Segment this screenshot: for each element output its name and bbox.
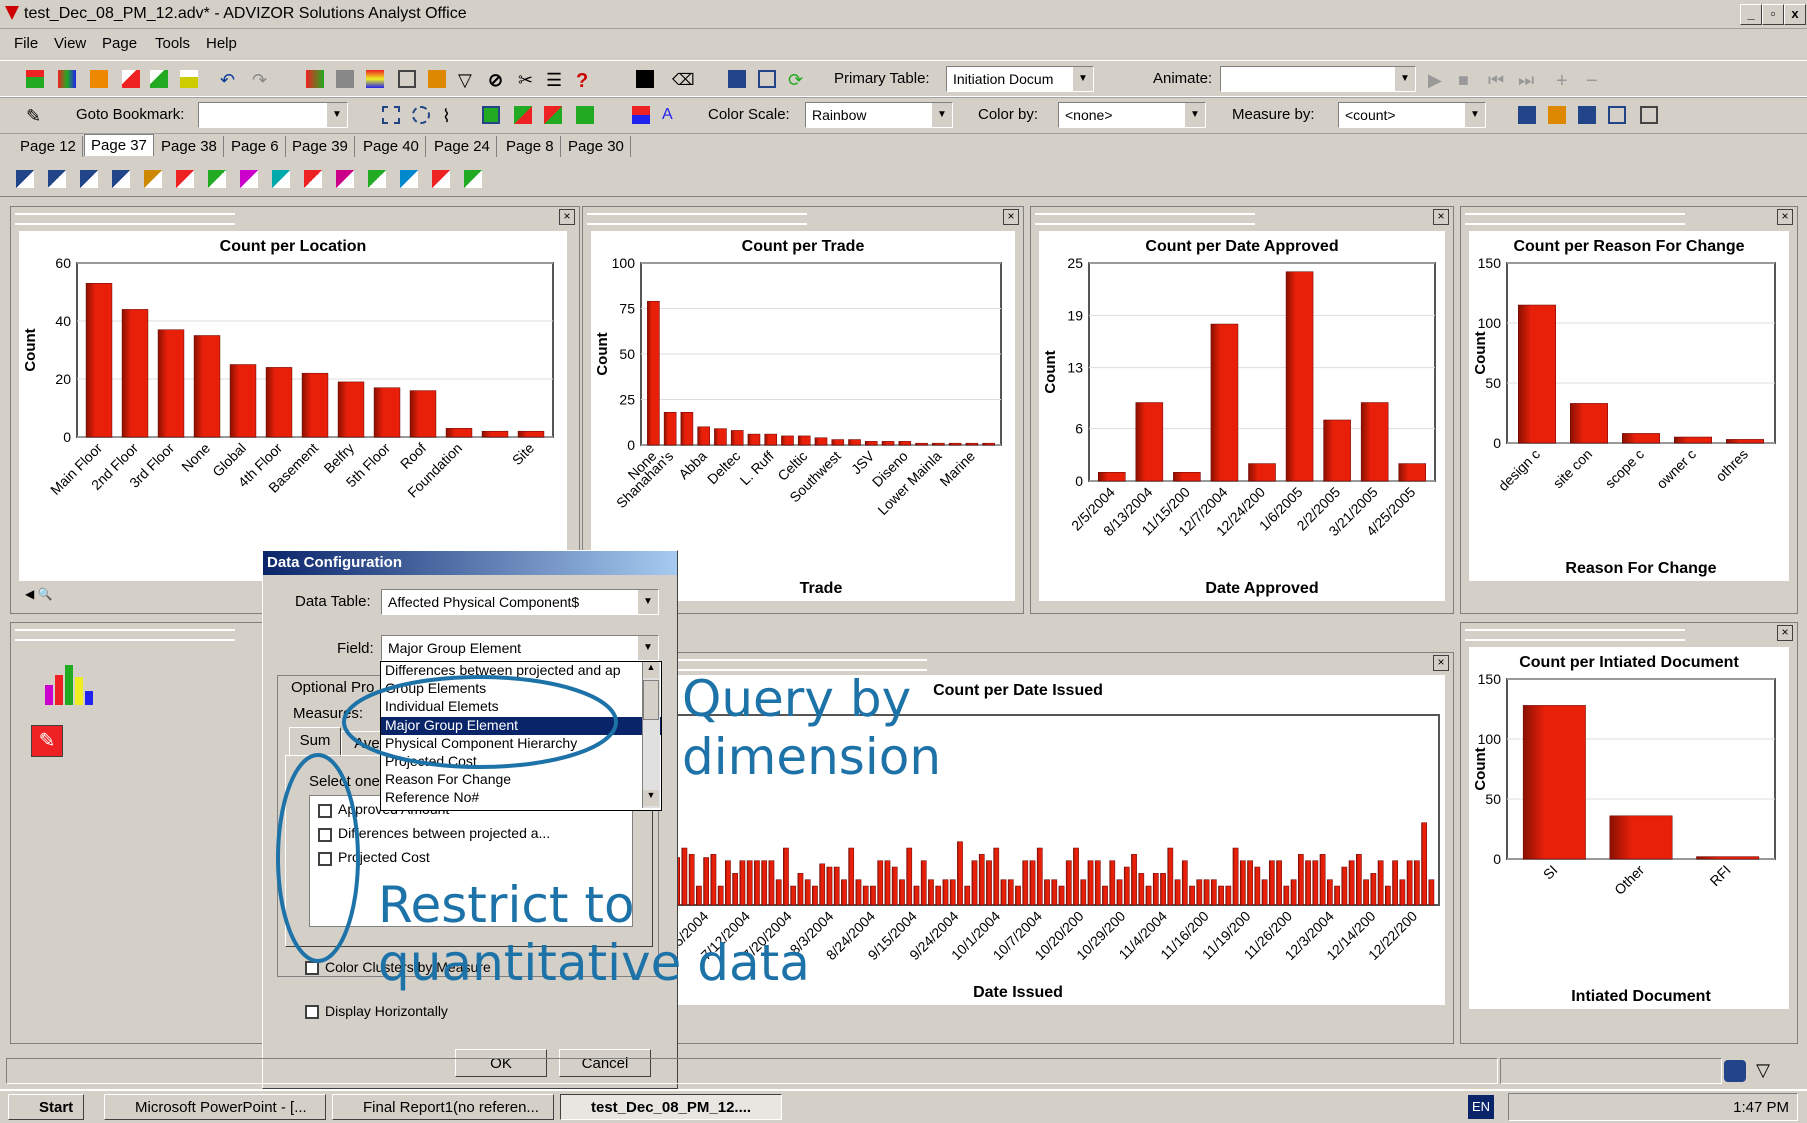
annotation-query-line1: Query by bbox=[682, 670, 912, 728]
taskbar-powerpoint[interactable]: Microsoft PowerPoint - [... bbox=[104, 1094, 326, 1120]
start-button[interactable]: Start bbox=[8, 1094, 84, 1120]
system-tray: 1:47 PM bbox=[1508, 1093, 1798, 1121]
taskbar-advizor[interactable]: test_Dec_08_PM_12.... bbox=[560, 1094, 782, 1120]
ellipse-annotation bbox=[342, 675, 618, 769]
ellipse-annotation bbox=[276, 753, 360, 963]
annotation-restrict-line2: quantitative data bbox=[378, 934, 810, 992]
taskbar: Start Microsoft PowerPoint - [... Final … bbox=[0, 1089, 1807, 1123]
status-bar: ▽ bbox=[0, 1054, 1807, 1086]
database-icon[interactable] bbox=[1724, 1060, 1746, 1082]
filter-icon[interactable]: ▽ bbox=[1752, 1060, 1774, 1082]
annotation-shapes bbox=[276, 675, 618, 963]
annotation-restrict-line1: Restrict to bbox=[378, 876, 635, 934]
annotation-query-line2: dimension bbox=[682, 728, 942, 786]
language-indicator[interactable]: EN bbox=[1468, 1095, 1494, 1119]
taskbar-word[interactable]: Final Report1(no referen... bbox=[332, 1094, 554, 1120]
clock: 1:47 PM bbox=[1733, 1099, 1789, 1116]
